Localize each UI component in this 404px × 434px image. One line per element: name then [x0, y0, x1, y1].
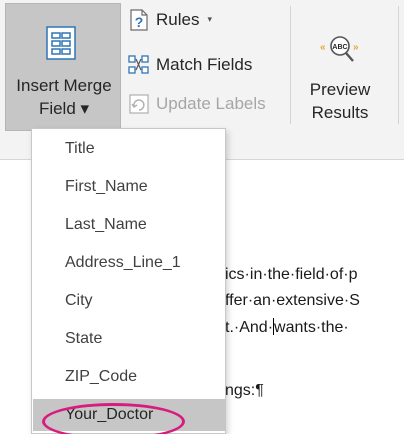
merge-field-dropdown-menu: Title First_Name Last_Name Address_Line_…	[31, 128, 226, 434]
preview-results-label-line2: Results	[311, 103, 369, 122]
document-text-line: t.·And·wants·the·	[225, 318, 349, 337]
ribbon-group-divider	[398, 6, 399, 124]
preview-results-label: Preview Results	[300, 78, 380, 124]
menu-item-first-name[interactable]: First_Name	[33, 171, 226, 203]
menu-item-city[interactable]: City	[33, 285, 226, 317]
menu-item-state[interactable]: State	[33, 323, 226, 355]
rules-question-icon: ?	[130, 9, 148, 31]
svg-text:»: »	[353, 42, 359, 53]
match-fields-icon	[128, 55, 149, 74]
insert-merge-field-label-line2: Field ▾	[38, 99, 90, 118]
svg-text:ABC: ABC	[332, 44, 347, 51]
update-labels-icon	[129, 94, 149, 114]
svg-text:?: ?	[135, 14, 144, 30]
abc-magnifier-icon: « » ABC	[320, 36, 359, 62]
document-text-line: ffer·an·extensive·S	[225, 292, 360, 309]
insert-merge-field-button[interactable]: Insert Merge Field ▾	[5, 3, 121, 131]
menu-item-address-line-1[interactable]: Address_Line_1	[33, 247, 226, 279]
merge-field-grid-icon	[46, 26, 76, 60]
update-labels-label: Update Labels	[156, 94, 266, 113]
menu-item-last-name[interactable]: Last_Name	[33, 209, 226, 241]
preview-results-button[interactable]: « » ABC Preview Results	[300, 18, 380, 128]
rules-button[interactable]: ? Rules ▾	[128, 6, 212, 34]
preview-results-label-line1: Preview	[309, 80, 371, 99]
document-text-line: ngs:¶	[225, 382, 264, 399]
match-fields-button[interactable]: Match Fields	[128, 51, 252, 79]
menu-item-zip-code[interactable]: ZIP_Code	[33, 361, 226, 393]
match-fields-label: Match Fields	[156, 55, 253, 74]
update-labels-button[interactable]: Update Labels	[128, 90, 266, 118]
document-text-fragment: wants·the·	[274, 319, 349, 336]
ribbon-group-divider	[290, 6, 291, 124]
document-text-line: ics·in·the·field·of·p	[225, 266, 358, 283]
menu-item-title[interactable]: Title	[33, 133, 226, 165]
document-text-fragment: t.·And·	[225, 319, 274, 336]
insert-merge-field-label-line1: Insert Merge	[16, 76, 112, 95]
svg-text:«: «	[320, 42, 326, 53]
rules-label: Rules	[156, 10, 200, 29]
menu-item-your-doctor[interactable]: Your_Doctor	[33, 399, 226, 431]
rules-dropdown-arrow: ▾	[207, 13, 212, 24]
